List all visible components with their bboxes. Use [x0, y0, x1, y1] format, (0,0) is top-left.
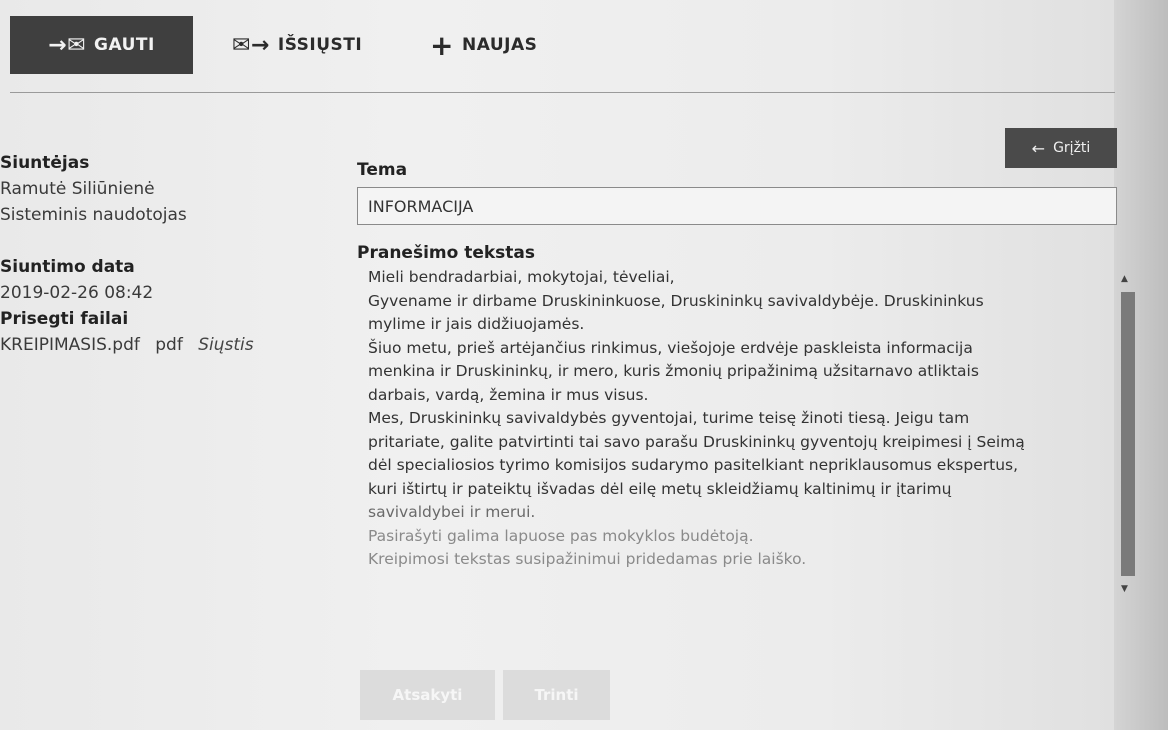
message-line: Gyvename ir dirbame Druskininkuose, Drus… — [368, 291, 984, 310]
sent-date-label: Siuntimo data — [0, 257, 135, 277]
tab-new[interactable]: + NAUJAS — [430, 16, 537, 74]
tab-inbox-label: GAUTI — [94, 35, 155, 55]
attachment-row: KREIPIMASIS.pdf pdf Siųstis — [0, 332, 330, 358]
tab-new-label: NAUJAS — [461, 35, 538, 55]
message-line: Mes, Druskininkų savivaldybės gyventojai… — [368, 409, 970, 427]
message-body[interactable]: Mieli bendradarbiai, mokytojai, tėveliai… — [357, 266, 1127, 606]
back-button-label: Grįžti — [1053, 140, 1091, 156]
message-text: Mieli bendradarbiai, mokytojai, tėveliai… — [368, 266, 1088, 572]
subject-label: Tema — [357, 160, 408, 180]
tab-inbox[interactable]: →✉ GAUTI — [10, 16, 193, 74]
mail-tabs: →✉ GAUTI ✉→ IŠSIŲSTI + NAUJAS — [10, 16, 1115, 74]
message-line: Mieli bendradarbiai, mokytojai, tėveliai… — [368, 268, 675, 286]
message-line: savivaldybei ir merui. — [368, 503, 536, 521]
message-line: mylime ir jais didžiuojamės. — [368, 315, 585, 333]
sent-date-value: 2019-02-26 08:42 — [0, 283, 154, 303]
tabs-divider — [10, 92, 1115, 93]
message-line: pritariate, galite patvirtinti tai savo … — [368, 432, 1025, 451]
arrow-left-icon: ← — [1031, 138, 1046, 158]
message-line: Šiuo metu, prieš artėjančius rinkimus, v… — [368, 338, 973, 357]
message-meta: Siuntėjas Ramutė Siliūnienė Sisteminis n… — [0, 150, 330, 358]
sender-label: Siuntėjas — [0, 153, 90, 173]
message-line: kuri ištirtų ir pateiktų išvadas dėl eil… — [368, 479, 952, 498]
scroll-up-icon[interactable]: ▲ — [1121, 274, 1128, 284]
message-line: Kreipimosi tekstas susipažinimui prideda… — [368, 550, 807, 568]
message-line: dėl specialiosios tyrimo komisijos sudar… — [368, 456, 1019, 474]
attachment-download-link[interactable]: Siųstis — [198, 335, 253, 355]
tab-sent-label: IŠSIŲSTI — [277, 35, 363, 55]
message-scrollbar[interactable]: ▲ ▼ — [1117, 266, 1137, 606]
plus-icon: + — [430, 28, 454, 62]
sender-name: Ramutė Siliūnienė — [0, 179, 155, 199]
scroll-thumb[interactable] — [1121, 292, 1135, 576]
attachment-type: pdf — [155, 335, 183, 355]
sender-role: Sisteminis naudotojas — [0, 205, 187, 225]
scroll-down-icon[interactable]: ▼ — [1121, 584, 1128, 594]
message-line: menkina ir Druskininkų, ir mero, kuris ž… — [368, 362, 979, 380]
message-line: Pasirašyti galima lapuose pas mokyklos b… — [368, 526, 754, 545]
message-line: darbais, vardą, žemina ir mus visus. — [368, 385, 649, 404]
reply-button[interactable]: Atsakyti — [360, 670, 495, 720]
attachment-filename: KREIPIMASIS.pdf — [0, 335, 140, 355]
delete-button[interactable]: Trinti — [503, 670, 610, 720]
inbox-icon: →✉ — [48, 32, 87, 58]
mail-screen: →✉ GAUTI ✉→ IŠSIŲSTI + NAUJAS Siuntėjas … — [0, 0, 1168, 730]
message-label: Pranešimo tekstas — [357, 243, 536, 263]
subject-field[interactable]: INFORMACIJA — [357, 187, 1117, 225]
subject-value: INFORMACIJA — [368, 196, 474, 216]
sent-icon: ✉→ — [232, 32, 270, 58]
tab-sent[interactable]: ✉→ IŠSIŲSTI — [232, 16, 362, 74]
back-button[interactable]: ← Grįžti — [1005, 128, 1117, 168]
attachments-label: Prisegti failai — [0, 309, 129, 329]
